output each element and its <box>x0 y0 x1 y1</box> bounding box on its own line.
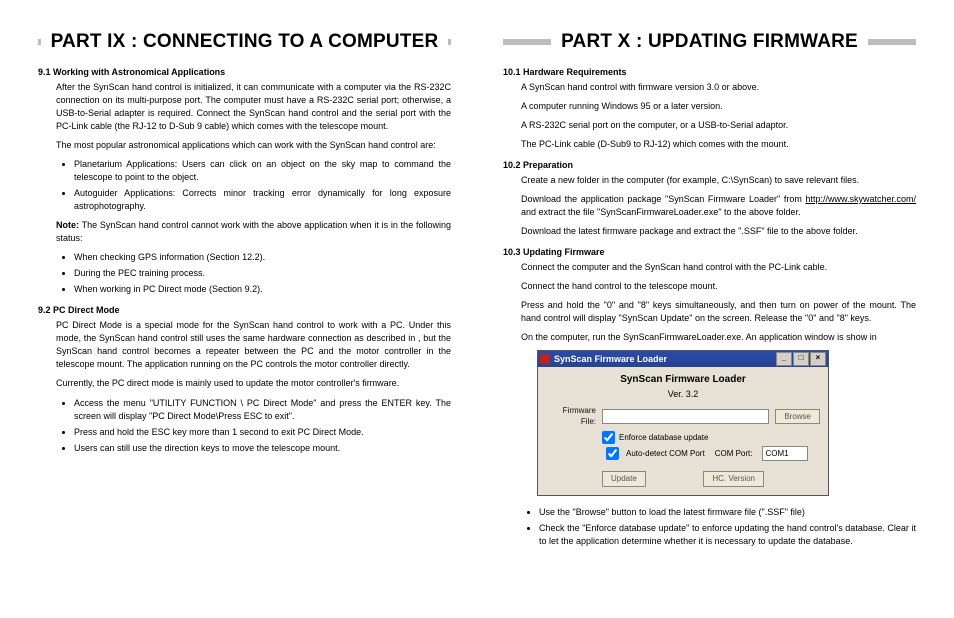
section-9-1-head: 9.1 Working with Astronomical Applicatio… <box>38 66 451 79</box>
list-item: Check the "Enforce database update" to e… <box>539 522 916 548</box>
s103-l4: On the computer, run the SynScanFirmware… <box>521 331 916 344</box>
section-9-2-p2: Currently, the PC direct mode is mainly … <box>56 377 451 390</box>
section-10-3-head: 10.3 Updating Firmware <box>503 246 916 259</box>
list-item: When checking GPS information (Section 1… <box>74 251 451 264</box>
window-titlebar: SynScan Firmware Loader _ □ × <box>538 351 828 367</box>
section-9-1-note-list: When checking GPS information (Section 1… <box>56 251 451 296</box>
part-x-title: PART X : UPDATING FIRMWARE <box>561 28 858 56</box>
s101-l3: A RS-232C serial port on the computer, o… <box>521 119 916 132</box>
enforce-db-checkbox[interactable] <box>602 431 615 444</box>
hc-version-button[interactable]: HC. Version <box>703 471 764 487</box>
left-column: PART IX : CONNECTING TO A COMPUTER 9.1 W… <box>38 28 451 554</box>
app-version: Ver. 3.2 <box>546 388 820 401</box>
header-bar-left <box>38 39 41 45</box>
list-item: Press and hold the ESC key more than 1 s… <box>74 426 451 439</box>
com-port-label: COM Port: <box>715 448 753 460</box>
s102-l2: Download the application package "SynSca… <box>521 193 916 219</box>
update-button[interactable]: Update <box>602 471 646 487</box>
window-title: SynScan Firmware Loader <box>554 353 667 366</box>
header-bar-right <box>868 39 916 45</box>
section-9-1-list: Planetarium Applications: Users can clic… <box>56 158 451 213</box>
s101-l1: A SynScan hand control with firmware ver… <box>521 81 916 94</box>
part-ix-header: PART IX : CONNECTING TO A COMPUTER <box>38 28 451 56</box>
s103-l1: Connect the computer and the SynScan han… <box>521 261 916 274</box>
note-label: Note: <box>56 220 79 230</box>
s102-l3: Download the latest firmware package and… <box>521 225 916 238</box>
list-item: During the PEC training process. <box>74 267 451 280</box>
section-10-3-bullets: Use the "Browse" button to load the late… <box>521 506 916 548</box>
firmware-loader-window: SynScan Firmware Loader _ □ × SynScan Fi… <box>537 350 829 495</box>
section-10-1-head: 10.1 Hardware Requirements <box>503 66 916 79</box>
firmware-file-input[interactable] <box>602 409 769 424</box>
s103-l3: Press and hold the "0" and "8" keys simu… <box>521 299 916 325</box>
section-10-2-head: 10.2 Preparation <box>503 159 916 172</box>
minimize-button[interactable]: _ <box>776 352 792 366</box>
header-bar-left <box>503 39 551 45</box>
list-item: Use the "Browse" button to load the late… <box>539 506 916 519</box>
right-column: PART X : UPDATING FIRMWARE 10.1 Hardware… <box>503 28 916 554</box>
firmware-file-label: Firmware File: <box>546 405 596 428</box>
maximize-button[interactable]: □ <box>793 352 809 366</box>
browse-button[interactable]: Browse <box>775 409 820 425</box>
section-9-2-p1: PC Direct Mode is a special mode for the… <box>56 319 451 371</box>
section-9-2-list: Access the menu "UTILITY FUNCTION \ PC D… <box>56 397 451 455</box>
list-item: Planetarium Applications: Users can clic… <box>74 158 451 184</box>
app-logo-icon <box>540 354 550 364</box>
close-button[interactable]: × <box>810 352 826 366</box>
part-x-header: PART X : UPDATING FIRMWARE <box>503 28 916 56</box>
s101-l2: A computer running Windows 95 or a later… <box>521 100 916 113</box>
enforce-db-label: Enforce database update <box>619 432 708 444</box>
section-9-1-p1: After the SynScan hand control is initia… <box>56 81 451 133</box>
note-text: The SynScan hand control cannot work wit… <box>56 220 451 243</box>
section-9-2-head: 9.2 PC Direct Mode <box>38 304 451 317</box>
list-item: When working in PC Direct mode (Section … <box>74 283 451 296</box>
header-bar-right <box>448 39 451 45</box>
part-ix-title: PART IX : CONNECTING TO A COMPUTER <box>51 28 439 56</box>
list-item: Autoguider Applications: Corrects minor … <box>74 187 451 213</box>
section-9-1-p2: The most popular astronomical applicatio… <box>56 139 451 152</box>
s101-l4: The PC-Link cable (D-Sub9 to RJ-12) whic… <box>521 138 916 151</box>
section-9-1-note: Note: The SynScan hand control cannot wo… <box>56 219 451 245</box>
autodetect-com-label: Auto-detect COM Port <box>626 448 705 460</box>
list-item: Users can still use the direction keys t… <box>74 442 451 455</box>
s103-l2: Connect the hand control to the telescop… <box>521 280 916 293</box>
s102-l1: Create a new folder in the computer (for… <box>521 174 916 187</box>
app-title: SynScan Firmware Loader <box>546 373 820 388</box>
autodetect-com-checkbox[interactable] <box>606 447 619 460</box>
com-port-input[interactable] <box>762 446 808 461</box>
list-item: Access the menu "UTILITY FUNCTION \ PC D… <box>74 397 451 423</box>
